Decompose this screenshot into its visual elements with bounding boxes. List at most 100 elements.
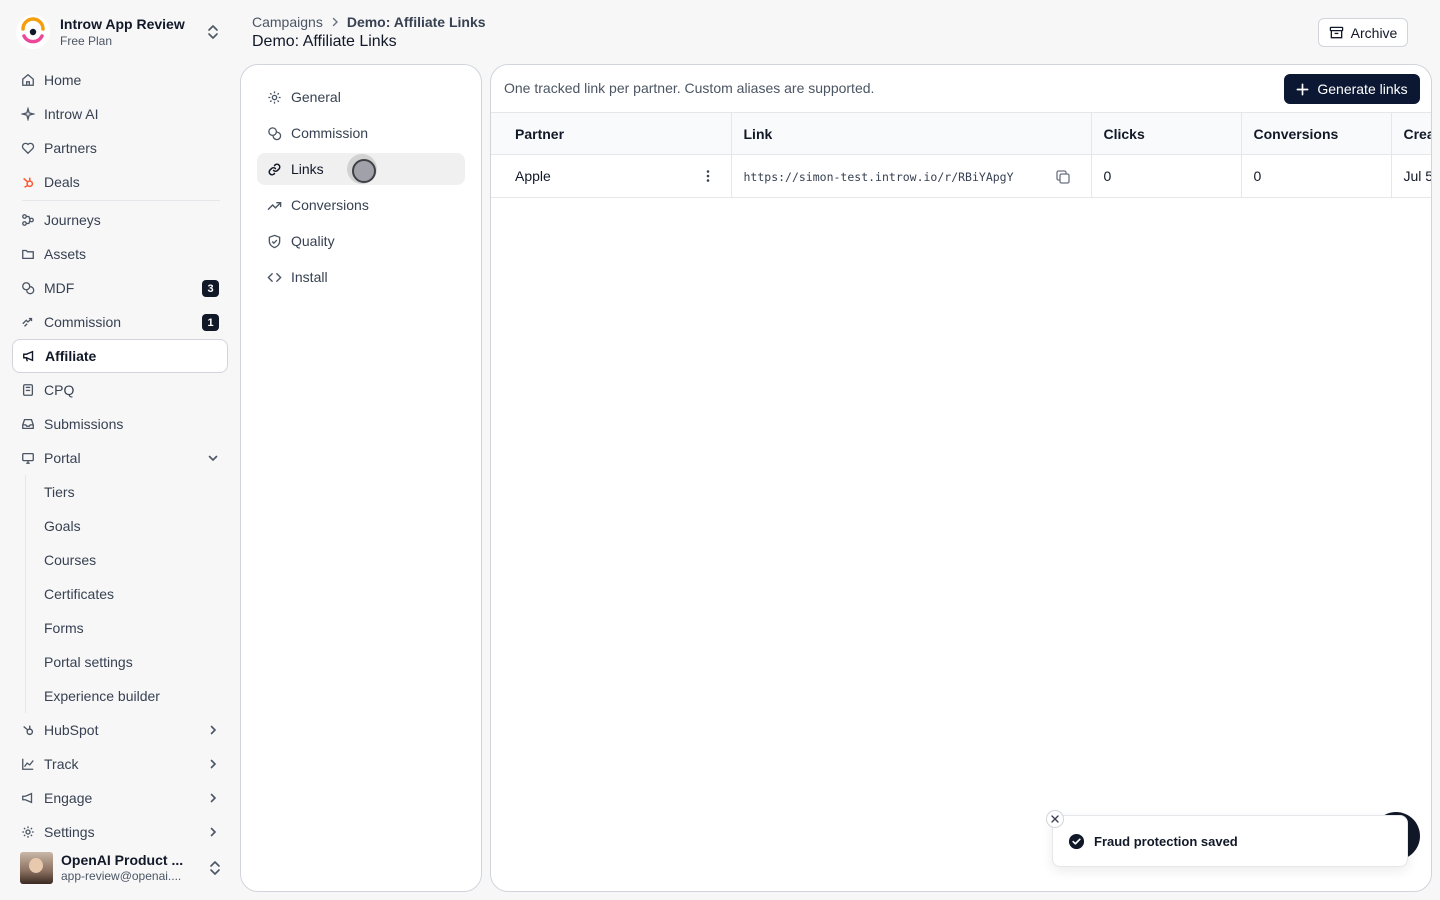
sidebar-item-courses[interactable]: Courses	[44, 543, 228, 577]
sidebar-item-label: CPQ	[44, 382, 75, 398]
workspace-plan: Free Plan	[60, 33, 113, 48]
links-table: Partner Link Clicks Conversions Crea App…	[491, 112, 1431, 198]
sidebar-item-tiers[interactable]: Tiers	[44, 475, 228, 509]
chevron-right-icon	[206, 757, 220, 771]
more-vertical-icon[interactable]	[701, 169, 715, 183]
hubspot-icon	[21, 175, 35, 189]
sidebar-item-goals[interactable]: Goals	[44, 509, 228, 543]
partner-cell: Apple	[491, 154, 732, 198]
shield-check-icon	[267, 234, 282, 249]
sidebar-item-submissions[interactable]: Submissions	[12, 407, 228, 441]
sidebar-item-commission[interactable]: Commission 1	[12, 305, 228, 339]
sidebar-item-label: Home	[44, 72, 82, 88]
panel-item-install[interactable]: Install	[257, 261, 465, 293]
chevron-up-down-icon	[208, 859, 228, 877]
sidebar-item-experience-builder[interactable]: Experience builder	[44, 679, 228, 713]
sidebar-item-label: Commission	[44, 314, 122, 330]
user-name: OpenAI Product ...	[61, 852, 184, 869]
monitor-icon	[21, 451, 35, 465]
sidebar-item-settings[interactable]: Settings	[12, 815, 228, 849]
panel-item-label: Install	[291, 269, 328, 285]
chevron-right-icon	[206, 723, 220, 737]
portal-subnav: Tiers Goals Courses Certificates Forms P…	[25, 475, 228, 713]
sidebar-item-track[interactable]: Track	[12, 747, 228, 781]
user-menu[interactable]: OpenAI Product ... app-review@openai....	[20, 851, 228, 885]
sidebar-item-hubspot[interactable]: HubSpot	[12, 713, 228, 747]
pointer-cursor-indicator	[347, 154, 377, 184]
column-header-conversions[interactable]: Conversions	[1241, 112, 1392, 155]
tracked-link[interactable]: https://simon-test.introw.io/r/RBiYApgY	[744, 170, 1014, 184]
calculator-icon	[21, 383, 35, 397]
links-description: One tracked link per partner. Custom ali…	[504, 80, 875, 96]
sidebar-item-mdf[interactable]: MDF 3	[12, 271, 228, 305]
sidebar-item-portal[interactable]: Portal	[12, 441, 228, 475]
panel-item-quality[interactable]: Quality	[257, 225, 465, 257]
chart-line-icon	[21, 757, 35, 771]
chevron-down-icon	[206, 451, 220, 465]
inbox-icon	[21, 417, 35, 431]
sidebar-item-label: Portal	[44, 450, 81, 466]
user-email: app-review@openai....	[61, 869, 182, 884]
coins-icon	[21, 281, 35, 295]
sidebar-item-label: Tiers	[44, 484, 75, 500]
sidebar-item-introw-ai[interactable]: Introw AI	[12, 97, 228, 131]
link-icon	[267, 162, 282, 177]
breadcrumb: Campaigns Demo: Affiliate Links	[252, 12, 486, 32]
generate-links-label: Generate links	[1317, 81, 1408, 97]
toast-close-button[interactable]	[1046, 810, 1064, 828]
panel-item-label: Commission	[291, 125, 369, 141]
sidebar-item-label: Track	[44, 756, 79, 772]
toast-message: Fraud protection saved	[1094, 833, 1238, 849]
created-cell: Jul 5	[1391, 154, 1431, 198]
panel-item-general[interactable]: General	[257, 81, 465, 113]
sidebar-item-label: Courses	[44, 552, 97, 568]
breadcrumb-current: Demo: Affiliate Links	[346, 14, 486, 30]
panel-item-conversions[interactable]: Conversions	[257, 189, 465, 221]
workspace-name: Introw App Review	[60, 15, 185, 32]
column-header-created[interactable]: Crea	[1391, 112, 1431, 155]
copy-icon[interactable]	[1055, 169, 1071, 185]
panel-item-label: General	[291, 89, 341, 105]
sidebar-item-deals[interactable]: Deals	[12, 165, 228, 199]
sidebar-item-assets[interactable]: Assets	[12, 237, 228, 271]
workspace-switcher[interactable]: Introw App Review Free Plan	[16, 12, 226, 52]
sidebar-item-label: Journeys	[44, 212, 101, 228]
sidebar-item-cpq[interactable]: CPQ	[12, 373, 228, 407]
code-icon	[267, 270, 282, 285]
chevron-right-icon	[206, 825, 220, 839]
panel-item-commission[interactable]: Commission	[257, 117, 465, 149]
check-circle-icon	[1068, 833, 1085, 850]
gear-icon	[267, 90, 282, 105]
sidebar-item-label: Goals	[44, 518, 81, 534]
sidebar-item-forms[interactable]: Forms	[44, 611, 228, 645]
sidebar-item-engage[interactable]: Engage	[12, 781, 228, 815]
sidebar-item-affiliate[interactable]: Affiliate	[12, 339, 228, 373]
breadcrumb-campaigns[interactable]: Campaigns	[252, 14, 323, 30]
page-title: Demo: Affiliate Links	[252, 33, 397, 50]
sidebar-item-home[interactable]: Home	[12, 63, 228, 97]
column-header-clicks[interactable]: Clicks	[1091, 112, 1242, 155]
sidebar-item-certificates[interactable]: Certificates	[44, 577, 228, 611]
conversions-cell: 0	[1241, 154, 1392, 198]
handshake-icon	[21, 141, 35, 155]
archive-button[interactable]: Archive	[1318, 18, 1408, 47]
sidebar-item-label: Deals	[44, 174, 80, 190]
main-nav: Home Introw AI Partners Deals Journeys A…	[12, 63, 228, 849]
panel-item-label: Links	[291, 161, 324, 177]
sidebar-item-label: Introw AI	[44, 106, 99, 122]
column-header-partner[interactable]: Partner	[491, 112, 732, 155]
table-header-row: Partner Link Clicks Conversions Crea	[491, 112, 1431, 155]
commission-count-badge: 1	[202, 314, 219, 331]
avatar	[20, 852, 53, 884]
generate-links-button[interactable]: Generate links	[1284, 74, 1420, 104]
sidebar: Introw App Review Free Plan Home Introw …	[0, 0, 240, 900]
sidebar-item-partners[interactable]: Partners	[12, 131, 228, 165]
column-header-link[interactable]: Link	[731, 112, 1092, 155]
archive-label: Archive	[1350, 24, 1398, 41]
toast-notification: Fraud protection saved	[1052, 815, 1408, 867]
sidebar-item-label: MDF	[44, 280, 75, 296]
sidebar-item-label: Submissions	[44, 416, 124, 432]
sidebar-item-label: Portal settings	[44, 654, 133, 670]
sidebar-item-portal-settings[interactable]: Portal settings	[44, 645, 228, 679]
sidebar-item-journeys[interactable]: Journeys	[12, 203, 228, 237]
